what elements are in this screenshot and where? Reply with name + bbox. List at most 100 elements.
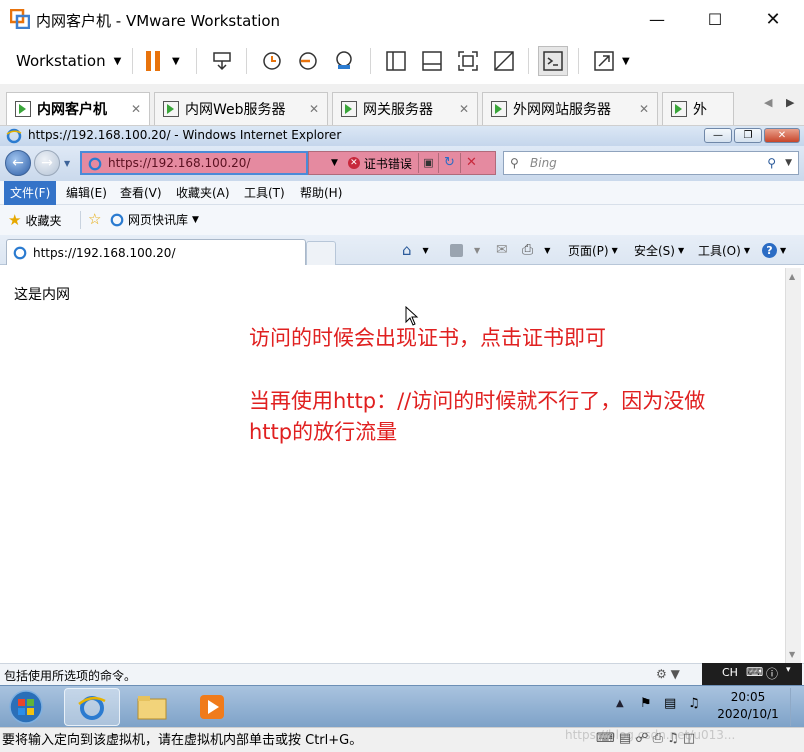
taskbar-explorer-button[interactable] (124, 688, 180, 726)
language-bar[interactable]: CH ⌨ ⓘ ▾ (702, 663, 802, 685)
ime-icon: ⌨ (746, 665, 764, 679)
menu-help[interactable]: 帮助(H) (294, 181, 348, 205)
fav-divider (80, 211, 81, 229)
mail-icon: ✉ (496, 242, 508, 258)
tab-close-icon[interactable]: ✕ (131, 102, 141, 116)
cert-error-label[interactable]: 证书错误 (364, 155, 412, 172)
snapshot-manager-button[interactable] (330, 47, 358, 75)
search-box[interactable]: ⚲ Bing ⚲ ▼ (503, 151, 799, 175)
history-dropdown-icon[interactable]: ▼ (64, 159, 70, 168)
tab-close-icon[interactable]: ✕ (639, 102, 649, 116)
scroll-down-icon[interactable]: ▼ (789, 650, 795, 659)
vertical-scrollbar[interactable]: ▲ ▼ (785, 268, 801, 663)
tab-label: 内网客户机 (37, 102, 107, 118)
vmware-title-bar: 内网客户机 - VMware Workstation — ☐ ✕ (0, 0, 804, 38)
stop-icon[interactable]: ✕ (459, 153, 482, 173)
read-mail-button[interactable]: ✉ (496, 240, 508, 260)
search-icon[interactable]: ⚲ (767, 152, 776, 174)
stretch-dropdown-icon[interactable]: ▼ (622, 56, 630, 67)
vmware-toolbar: Workstation ▼ ▼ ▼ (0, 38, 804, 84)
new-tab-button[interactable] (306, 241, 336, 265)
show-desktop-button[interactable] (790, 688, 802, 726)
window-title: 内网客户机 - VMware Workstation (36, 12, 281, 30)
tab-close-icon[interactable]: ✕ (459, 102, 469, 116)
console-view-button[interactable] (538, 46, 568, 76)
forward-button[interactable]: → (34, 150, 60, 176)
zoom-protect-icon[interactable]: ⚙ ▼ (656, 667, 680, 681)
close-button[interactable]: ✕ (744, 0, 802, 38)
tab-vm-internal-client[interactable]: 内网客户机 ✕ (6, 92, 150, 125)
tab-close-icon[interactable]: ✕ (309, 102, 319, 116)
page-menu-button[interactable]: 页面(P) ▼ (568, 240, 618, 260)
tab-scroll-left-icon[interactable]: ◀ (764, 96, 772, 109)
ie-restore-button[interactable]: ❐ (734, 128, 762, 143)
address-text: https://192.168.100.20/ (108, 156, 251, 170)
chevron-down-icon: ▼ (611, 245, 618, 255)
ie-close-button[interactable]: ✕ (764, 128, 800, 143)
volume-icon[interactable]: ♫ (688, 696, 700, 711)
help-button[interactable]: ? ▼ (762, 240, 786, 260)
workstation-menu-button[interactable]: Workstation ▼ (8, 46, 129, 76)
safety-menu-button[interactable]: 安全(S) ▼ (634, 240, 684, 260)
pause-button[interactable] (140, 47, 168, 75)
address-dropdown-icon[interactable]: ▼ (331, 158, 338, 168)
taskbar-ie-button[interactable] (64, 688, 120, 726)
network-icon[interactable]: ▤ (664, 696, 676, 711)
tab-vm-internal-web-server[interactable]: 内网Web服务器 ✕ (154, 92, 328, 125)
menu-favorites[interactable]: 收藏夹(A) (170, 181, 236, 205)
menu-file[interactable]: 文件(F) (4, 181, 57, 205)
toolbar-divider (370, 48, 371, 74)
tab-scroll-right-icon[interactable]: ▶ (786, 96, 794, 109)
snapshot-revert-button[interactable] (294, 47, 322, 75)
send-ctrl-alt-del-button[interactable] (208, 47, 236, 75)
print-button[interactable]: ⎙ ▼ (522, 240, 550, 260)
refresh-icon[interactable]: ↻ (437, 153, 460, 173)
snapshot-clock-icon (263, 52, 281, 70)
pause-dropdown-icon[interactable]: ▼ (172, 56, 180, 67)
unity-button[interactable] (490, 47, 518, 75)
workstation-label: Workstation (16, 52, 106, 70)
taskbar-clock[interactable]: 20:05 2020/10/1 (712, 689, 784, 723)
maximize-button[interactable]: ☐ (686, 0, 744, 38)
tools-menu-button[interactable]: 工具(O) ▼ (698, 240, 750, 260)
address-bar[interactable]: https://192.168.100.20/ (80, 151, 308, 175)
start-button[interactable] (4, 688, 48, 726)
annotation-line-1: 访问的时候会出现证书，点击证书即可 (249, 326, 606, 350)
minimize-button[interactable]: — (628, 0, 686, 38)
favorites-button[interactable]: ★ 收藏夹 (8, 211, 61, 229)
compat-view-icon[interactable]: ▣ (417, 153, 438, 173)
add-favorite-icon[interactable]: ☆ (88, 210, 101, 228)
tab-label: 外网网站服务器 (513, 102, 611, 118)
show-thumbnail-bar-button[interactable] (418, 47, 446, 75)
snapshot-take-button[interactable] (258, 47, 286, 75)
menu-edit[interactable]: 编辑(E) (60, 181, 113, 205)
stretch-guest-button[interactable] (590, 47, 618, 75)
taskbar-media-player-button[interactable] (184, 688, 240, 726)
home-button[interactable]: ⌂ ▼ (402, 240, 429, 260)
vm-running-icon (491, 101, 507, 117)
ie-minimize-button[interactable]: — (704, 128, 732, 143)
chevron-down-icon: ▼ (113, 55, 122, 67)
show-hidden-icons-icon[interactable]: ▲ (616, 698, 624, 709)
ie-logo-icon (78, 696, 106, 720)
back-button[interactable]: ← (5, 150, 31, 176)
full-screen-button[interactable] (454, 47, 482, 75)
web-slice-gallery-button[interactable]: 网页快讯库 ▼ (110, 211, 199, 228)
ie-tab-current[interactable]: https://192.168.100.20/ (6, 239, 306, 265)
menu-view[interactable]: 查看(V) (114, 181, 168, 205)
show-library-button[interactable] (382, 47, 410, 75)
tab-vm-truncated[interactable]: 外 (662, 92, 734, 125)
device-status-icons[interactable]: ⌨ ▤ ☍ ⎙ ♫ ◫ (596, 731, 695, 746)
search-dropdown-icon[interactable]: ▼ (785, 152, 792, 174)
ie-address-row: ← → ▼ https://192.168.100.20/ ▼ ✕ 证书错误 ▣… (0, 146, 804, 181)
action-center-flag-icon[interactable]: ⚑ (640, 696, 652, 711)
scroll-up-icon[interactable]: ▲ (789, 272, 795, 281)
feeds-button[interactable]: ▼ (450, 240, 480, 260)
tab-vm-external-web-server[interactable]: 外网网站服务器 ✕ (482, 92, 658, 125)
search-placeholder: Bing (530, 156, 557, 170)
certificate-error-bar[interactable]: ▼ ✕ 证书错误 ▣ ↻ ✕ (308, 151, 496, 175)
menu-tools[interactable]: 工具(T) (238, 181, 291, 205)
web-slice-label: 网页快讯库 (128, 213, 189, 227)
help-icon: ? (762, 242, 777, 258)
tab-vm-gateway-server[interactable]: 网关服务器 ✕ (332, 92, 478, 125)
